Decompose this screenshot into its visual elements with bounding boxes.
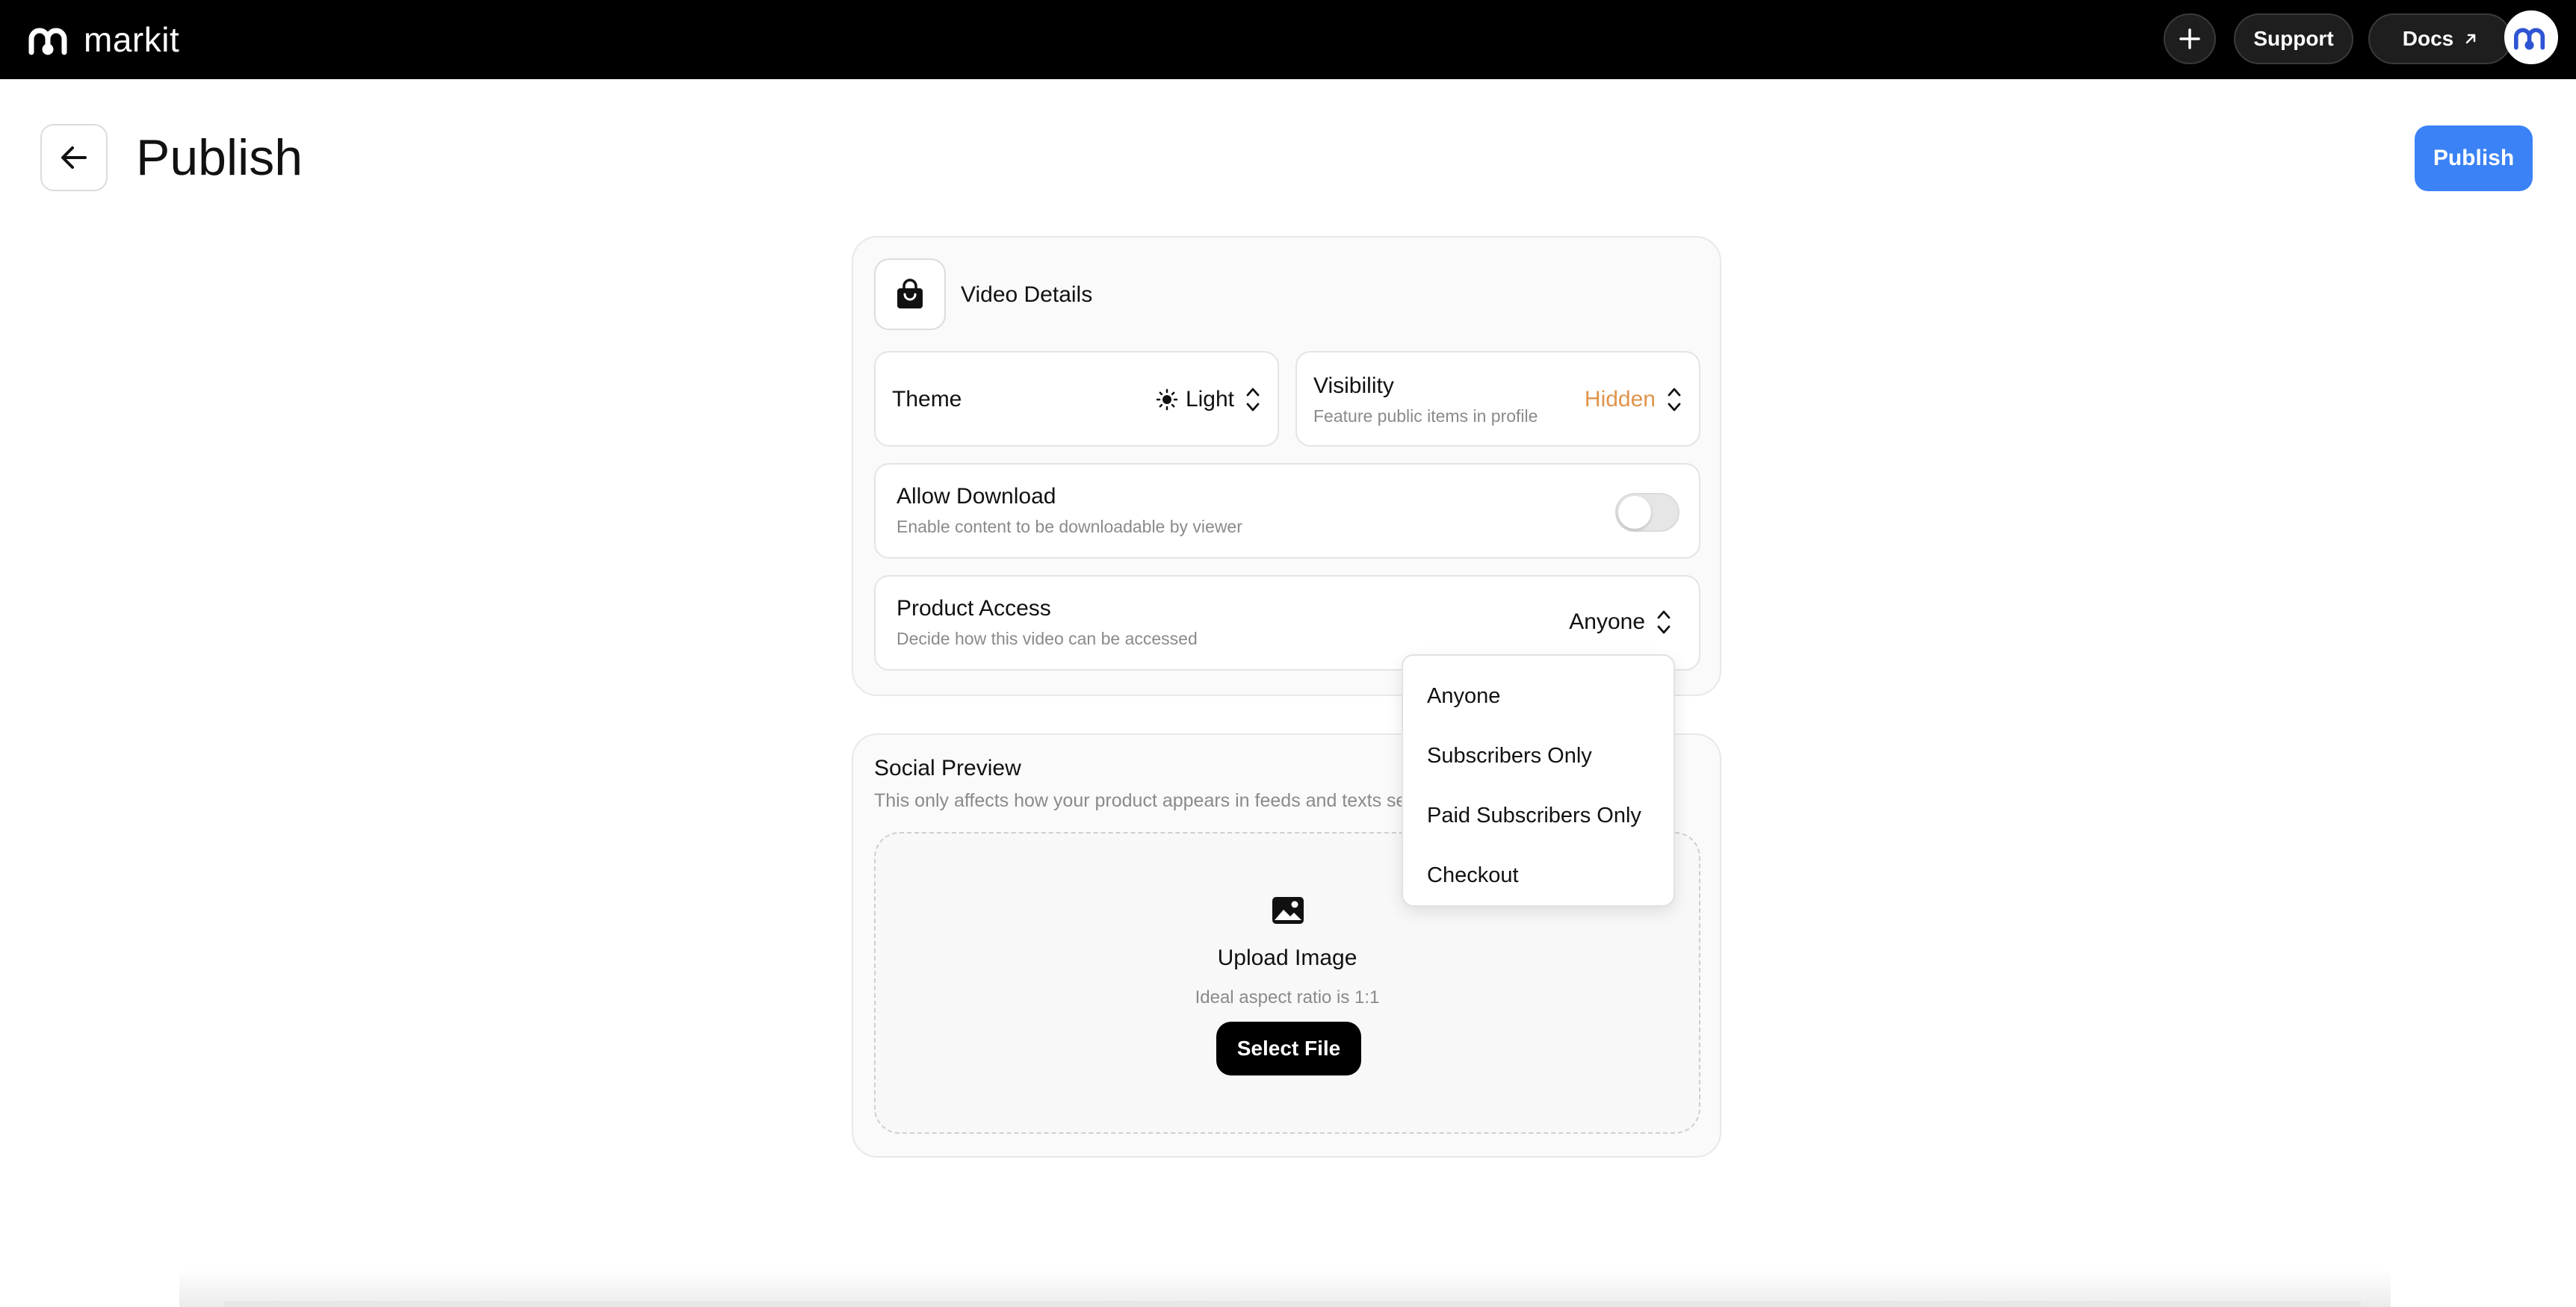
plus-icon	[2179, 28, 2200, 49]
select-file-label: Select File	[1236, 1037, 1341, 1060]
video-details-icon-box	[874, 258, 946, 330]
arrow-left-icon	[61, 146, 87, 169]
docs-button[interactable]: Docs	[2368, 13, 2512, 64]
visibility-select[interactable]: Hidden	[1585, 385, 1682, 414]
allow-download-sublabel: Enable content to be downloadable by vie…	[897, 517, 1242, 536]
product-access-sublabel: Decide how this video can be accessed	[897, 629, 1198, 648]
publish-button[interactable]: Publish	[2415, 125, 2533, 191]
image-icon	[1272, 897, 1304, 924]
bottom-panel-edge	[224, 1301, 2361, 1307]
back-button[interactable]	[40, 124, 108, 191]
visibility-value: Hidden	[1584, 387, 1656, 412]
select-file-button[interactable]: Select File	[1216, 1022, 1361, 1075]
chevron-up-down-icon	[1246, 388, 1260, 412]
theme-field: Theme Light	[874, 351, 1279, 447]
allow-download-field: Allow Download Enable content to be down…	[874, 463, 1700, 559]
chevron-up-down-icon	[1657, 610, 1671, 634]
markit-logo-icon	[28, 28, 67, 55]
support-button[interactable]: Support	[2234, 13, 2353, 64]
product-access-value: Anyone	[1569, 609, 1645, 634]
product-access-label: Product Access	[897, 596, 1051, 621]
dropdown-option-paid-subscribers-only[interactable]: Paid Subscribers Only	[1403, 786, 1674, 845]
social-preview-sublabel: This only affects how your product appea…	[874, 790, 1422, 811]
arrow-up-right-icon	[2465, 34, 2476, 44]
add-button[interactable]	[2164, 13, 2216, 64]
publish-label: Publish	[2433, 146, 2515, 170]
visibility-field: Visibility Feature public items in profi…	[1295, 351, 1700, 447]
visibility-label: Visibility	[1313, 373, 1394, 398]
brand-logo[interactable]: markit	[27, 19, 179, 60]
dropdown-option-anyone[interactable]: Anyone	[1403, 666, 1674, 726]
product-access-dropdown: Anyone Subscribers Only Paid Subscribers…	[1402, 654, 1675, 907]
support-label: Support	[2253, 27, 2334, 50]
dropdown-option-subscribers-only[interactable]: Subscribers Only	[1403, 726, 1674, 786]
brand-name: markit	[84, 20, 180, 59]
theme-select[interactable]: Light	[1156, 385, 1261, 414]
allow-download-toggle[interactable]	[1615, 493, 1679, 532]
video-details-title: Video Details	[961, 282, 1093, 307]
toggle-knob	[1618, 496, 1651, 529]
chevron-up-down-icon	[1668, 388, 1681, 412]
docs-label: Docs	[2402, 27, 2454, 50]
social-preview-title: Social Preview	[874, 756, 1021, 780]
visibility-sublabel: Feature public items in profile	[1313, 406, 1538, 426]
top-navigation-bar: markit Support Docs	[0, 0, 2576, 79]
markit-avatar-icon	[2514, 28, 2545, 50]
allow-download-label: Allow Download	[897, 484, 1056, 509]
upload-image-hint: Ideal aspect ratio is 1:1	[1195, 987, 1380, 1008]
page-title: Publish	[136, 129, 303, 186]
product-access-select[interactable]: Anyone	[1569, 608, 1672, 636]
sun-icon	[1156, 388, 1178, 411]
theme-label: Theme	[892, 387, 962, 412]
shopping-bag-icon	[897, 279, 923, 308]
video-details-card: Video Details Theme Light Visibility Fea…	[852, 236, 1721, 696]
user-avatar[interactable]	[2504, 10, 2558, 64]
dropdown-option-checkout[interactable]: Checkout	[1403, 845, 1674, 905]
theme-value: Light	[1185, 387, 1234, 412]
upload-image-title: Upload Image	[1217, 946, 1357, 970]
